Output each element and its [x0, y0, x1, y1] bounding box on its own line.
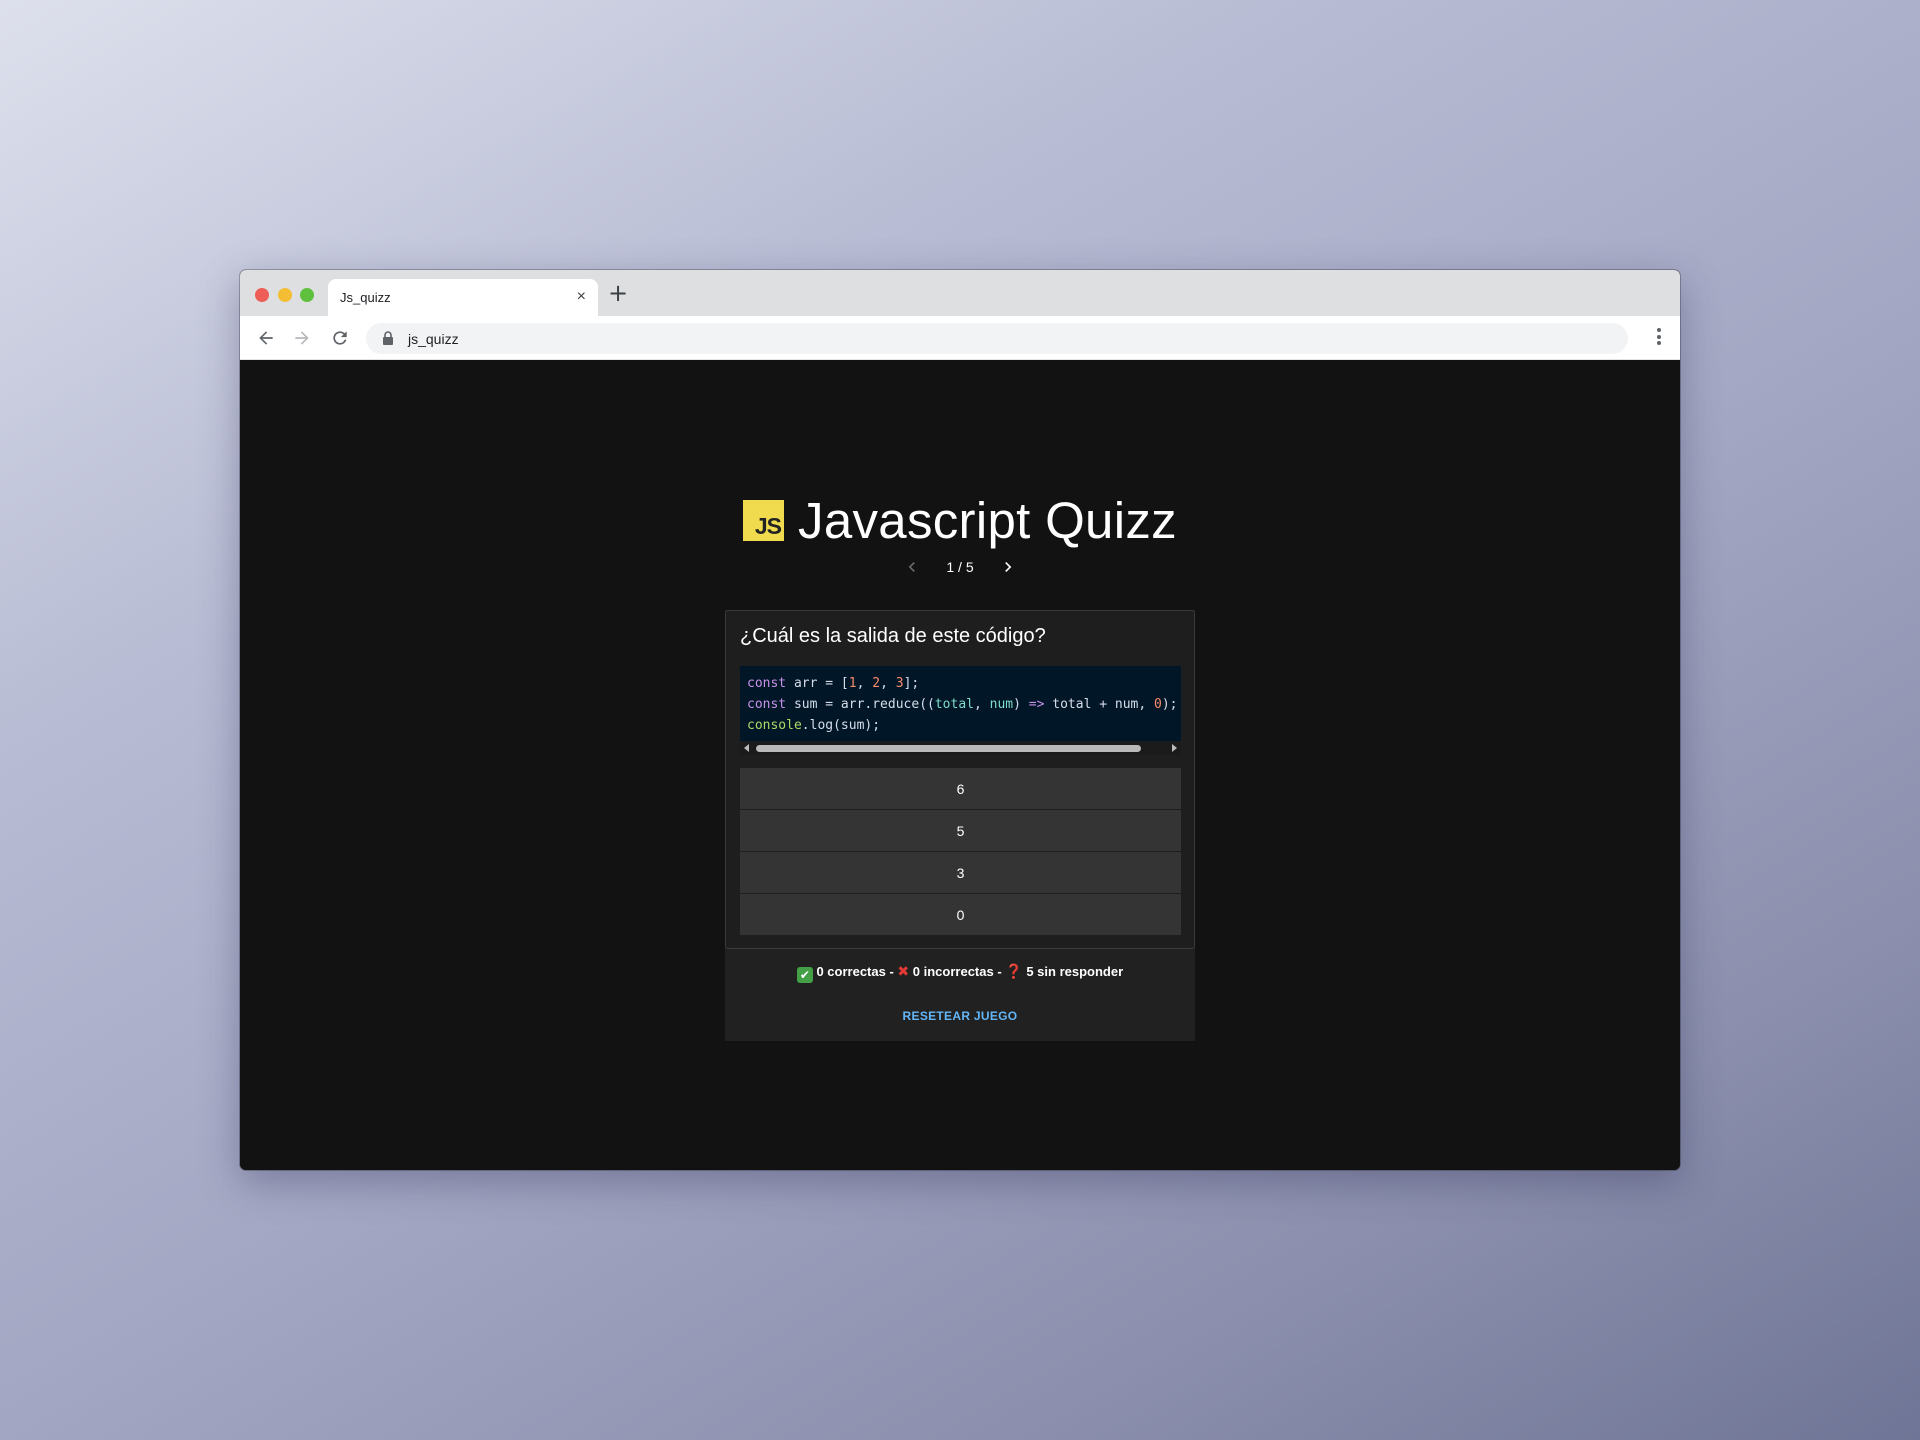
page-content: JS Javascript Quizz 1 / 5 ¿Cuál es la sa…	[240, 360, 1680, 1170]
check-icon: ✔	[796, 967, 813, 983]
quiz-panel: ¿Cuál es la salida de este código? const…	[725, 610, 1195, 1041]
question-title: ¿Cuál es la salida de este código?	[740, 625, 1046, 647]
answer-list: 6 5 3 0	[740, 768, 1181, 936]
scrollbar-thumb[interactable]	[756, 745, 1141, 752]
close-window-button[interactable]	[255, 288, 269, 302]
pager-indicator: 1 / 5	[946, 559, 974, 575]
maximize-window-button[interactable]	[300, 288, 314, 302]
lock-icon	[383, 331, 393, 345]
reset-game-button[interactable]: RESETEAR JUEGO	[885, 1002, 1035, 1030]
score-separator: -	[885, 964, 898, 979]
browser-window: Js_quizz × + js_quizz JS Javascript Quiz…	[240, 270, 1680, 1170]
question-mark-icon: ❓	[1005, 964, 1023, 980]
js-logo: JS	[743, 499, 785, 541]
score-separator: -	[993, 964, 1006, 979]
back-arrow-icon[interactable]	[254, 326, 278, 350]
score-summary: ✔ 0 correctas - ✖ 0 incorrectas - ❓ 5 si…	[725, 964, 1195, 983]
answer-option[interactable]: 6	[740, 768, 1181, 809]
question-pager: 1 / 5	[240, 552, 1680, 582]
answer-option[interactable]: 3	[740, 852, 1181, 893]
app-header: JS Javascript Quizz	[240, 490, 1680, 550]
tab-bar: Js_quizz × +	[240, 270, 1680, 316]
reload-icon[interactable]	[328, 326, 352, 350]
scroll-left-arrow-icon[interactable]	[744, 744, 749, 752]
url-text: js_quizz	[408, 331, 459, 347]
browser-tab[interactable]: Js_quizz ×	[328, 279, 598, 316]
chevron-left-icon	[909, 562, 916, 572]
unanswered-count: 5 sin responder	[1026, 964, 1124, 979]
cross-icon: ✖	[897, 964, 910, 980]
answer-option[interactable]: 5	[740, 810, 1181, 851]
scroll-right-arrow-icon[interactable]	[1172, 744, 1177, 752]
more-menu-icon[interactable]	[1656, 328, 1662, 348]
previous-question-button[interactable]	[900, 555, 924, 579]
forward-arrow-icon[interactable]	[290, 326, 314, 350]
code-snippet[interactable]: const arr = [1, 2, 3]; const sum = arr.r…	[740, 666, 1181, 755]
new-tab-icon[interactable]: +	[608, 281, 628, 305]
chevron-right-icon	[1004, 562, 1011, 572]
next-question-button[interactable]	[996, 555, 1020, 579]
code-horizontal-scrollbar[interactable]	[740, 741, 1181, 755]
tab-title: Js_quizz	[340, 290, 391, 305]
page-title: Javascript Quizz	[798, 491, 1177, 549]
code-text: const arr = [1, 2, 3]; const sum = arr.r…	[747, 676, 1178, 733]
minimize-window-button[interactable]	[278, 288, 292, 302]
correct-count: 0 correctas	[816, 964, 886, 979]
js-logo-text: JS	[754, 512, 782, 539]
question-card: ¿Cuál es la salida de este código? const…	[725, 610, 1195, 949]
address-bar[interactable]: js_quizz	[366, 323, 1628, 354]
browser-toolbar: js_quizz	[240, 316, 1680, 360]
incorrect-count: 0 incorrectas	[912, 964, 994, 979]
answer-option[interactable]: 0	[740, 894, 1181, 935]
tab-close-icon[interactable]: ×	[577, 289, 586, 305]
